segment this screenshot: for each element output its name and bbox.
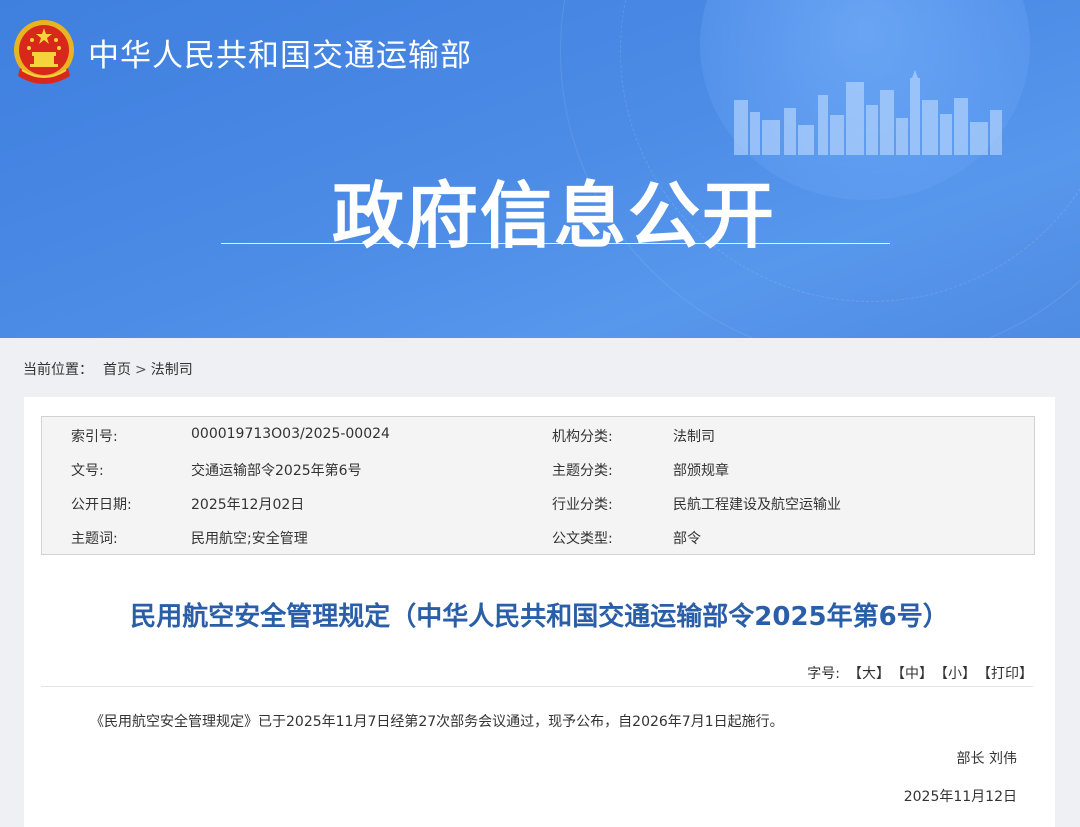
- breadcrumb-separator: >: [135, 362, 147, 378]
- document-number-label: 文号:: [71, 463, 104, 479]
- agency-category-label: 机构分类:: [552, 429, 613, 445]
- breadcrumb-home-link[interactable]: 首页: [103, 362, 131, 378]
- metadata-row: 索引号: 000019713O03/2025-00024 机构分类: 法制司: [42, 417, 1034, 451]
- city-skyline-image: [734, 70, 1002, 155]
- publish-date-label: 公开日期:: [71, 497, 132, 513]
- document-number-value: 交通运输部令2025年第6号: [191, 463, 362, 479]
- index-number-label: 索引号:: [71, 429, 118, 445]
- header-banner: 中华人民共和国交通运输部 政府信息公开: [0, 0, 1080, 338]
- document-type-value: 部令: [673, 531, 701, 547]
- metadata-row: 文号: 交通运输部令2025年第6号 主题分类: 部颁规章: [42, 451, 1034, 485]
- document-title: 民用航空安全管理规定（中华人民共和国交通运输部令2025年第6号）: [130, 602, 949, 632]
- index-number-value: 000019713O03/2025-00024: [191, 426, 390, 442]
- document-type-label: 公文类型:: [552, 531, 613, 547]
- print-button[interactable]: 【打印】: [984, 666, 1033, 682]
- breadcrumb-label: 当前位置：: [23, 362, 93, 378]
- subject-category-value: 部颁规章: [673, 463, 729, 479]
- font-large-button[interactable]: 【大】: [848, 666, 890, 682]
- publish-date-value: 2025年12月02日: [191, 497, 305, 513]
- metadata-row: 公开日期: 2025年12月02日 行业分类: 民航工程建设及航空运输业: [42, 485, 1034, 519]
- national-emblem-icon: [14, 20, 74, 84]
- signature-date: 2025年11月12日: [903, 789, 1017, 805]
- keywords-value: 民用航空;安全管理: [191, 531, 308, 547]
- font-medium-button[interactable]: 【中】: [898, 666, 933, 682]
- banner-title: 政府信息公开: [331, 174, 776, 258]
- document-metadata-table: 索引号: 000019713O03/2025-00024 机构分类: 法制司 文…: [41, 416, 1035, 555]
- breadcrumb: 当前位置： 首页 > 法制司: [23, 359, 193, 379]
- banner-divider: [221, 243, 890, 244]
- industry-category-value: 民航工程建设及航空运输业: [673, 497, 841, 513]
- signature: 部长 刘伟: [956, 751, 1017, 767]
- font-small-button[interactable]: 【小】: [941, 666, 976, 682]
- subject-category-label: 主题分类:: [552, 463, 613, 479]
- content-divider: [41, 686, 1033, 687]
- industry-category-label: 行业分类:: [552, 497, 613, 513]
- content-card: 索引号: 000019713O03/2025-00024 机构分类: 法制司 文…: [24, 397, 1055, 827]
- document-body-text: 《民用航空安全管理规定》已于2025年11月7日经第27次部务会议通过，现予公布…: [90, 714, 784, 730]
- breadcrumb-current-link[interactable]: 法制司: [151, 362, 193, 378]
- ministry-name[interactable]: 中华人民共和国交通运输部: [88, 30, 472, 75]
- keywords-label: 主题词:: [71, 531, 118, 547]
- font-size-toolbar: 字号: 【大】 【中】 【小】 【打印】: [807, 663, 1033, 683]
- metadata-row: 主题词: 民用航空;安全管理 公文类型: 部令: [42, 519, 1034, 553]
- font-size-label: 字号:: [807, 666, 840, 682]
- agency-category-value: 法制司: [673, 429, 715, 445]
